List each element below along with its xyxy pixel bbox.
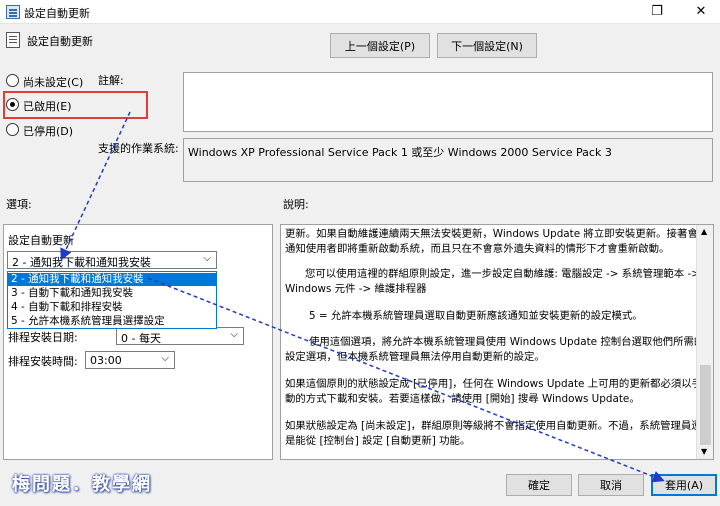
arrow-to-dropdown [60, 111, 131, 261]
arrow-to-apply [147, 277, 665, 483]
annotation-arrows [60, 111, 665, 483]
